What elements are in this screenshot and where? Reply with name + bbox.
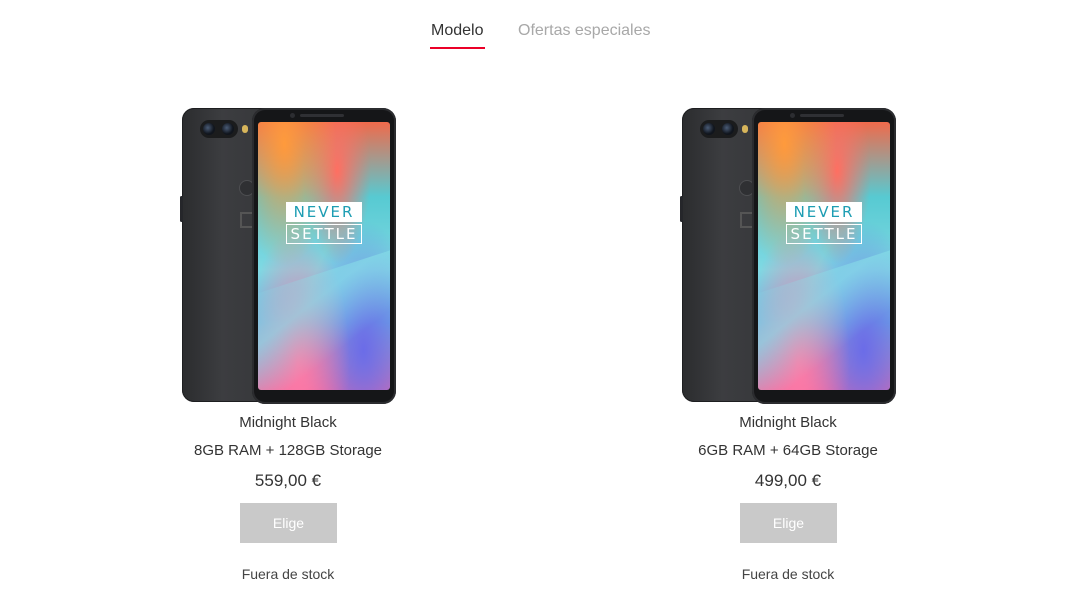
product-price: 499,00 € [754, 471, 822, 490]
earpiece [300, 114, 344, 117]
product-image[interactable]: NEVER SETTLE [680, 108, 898, 404]
side-button [680, 196, 683, 222]
choose-button[interactable]: Elige [740, 503, 837, 543]
flash-icon [742, 125, 748, 133]
stock-status: Fuera de stock [741, 566, 835, 582]
camera-icon [200, 120, 238, 138]
earpiece [800, 114, 844, 117]
product-storage: 8GB RAM + 128GB Storage [193, 442, 382, 459]
tab-special-offers[interactable]: Ofertas especiales [518, 22, 651, 40]
product-storage: 6GB RAM + 64GB Storage [698, 442, 878, 459]
active-tab-indicator [430, 47, 485, 49]
phone-front-image: NEVER SETTLE [752, 108, 896, 404]
camera-icon [700, 120, 738, 138]
phone-screen: NEVER SETTLE [758, 122, 890, 390]
tab-model[interactable]: Modelo [431, 22, 483, 40]
product-color: Midnight Black [239, 414, 337, 431]
product-color: Midnight Black [739, 414, 837, 431]
wallpaper-wave [758, 245, 890, 390]
screen-text-line: NEVER [786, 202, 862, 222]
screen-text-line: NEVER [286, 202, 362, 222]
never-settle-badge: NEVER SETTLE [286, 202, 362, 244]
side-button [180, 196, 183, 222]
stock-status: Fuera de stock [241, 566, 335, 582]
product-card: NEVER SETTLE Midnight Black 8GB RAM + 12… [138, 100, 438, 590]
flash-icon [242, 125, 248, 133]
phone-screen: NEVER SETTLE [258, 122, 390, 390]
phone-front-image: NEVER SETTLE [252, 108, 396, 404]
never-settle-badge: NEVER SETTLE [786, 202, 862, 244]
screen-text-line: SETTLE [286, 224, 362, 244]
product-card: NEVER SETTLE Midnight Black 6GB RAM + 64… [638, 100, 938, 590]
front-camera [790, 113, 795, 118]
product-price: 559,00 € [254, 471, 322, 490]
product-image[interactable]: NEVER SETTLE [180, 108, 398, 404]
choose-button[interactable]: Elige [240, 503, 337, 543]
tab-bar: Modelo Ofertas especiales [0, 0, 1072, 60]
wallpaper-wave [258, 245, 390, 390]
front-camera [290, 113, 295, 118]
screen-text-line: SETTLE [786, 224, 862, 244]
